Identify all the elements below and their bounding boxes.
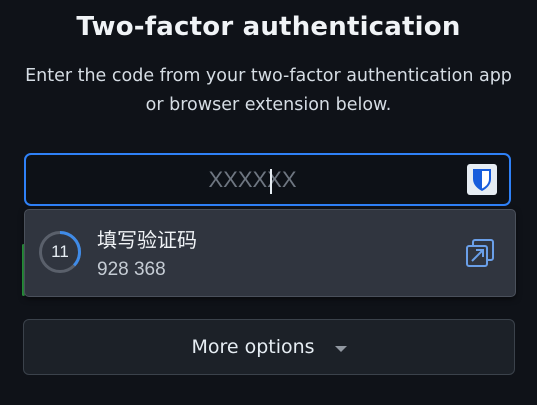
instructions-line-2: or browser extension below. — [145, 95, 392, 115]
suggestion-title: 填写验证码 — [97, 228, 197, 252]
suggestion-code: 928 368 — [97, 259, 166, 280]
totp-countdown: 11 — [38, 230, 82, 274]
page-title: Two-factor authentication — [76, 12, 461, 42]
countdown-seconds: 11 — [51, 242, 69, 261]
chevron-down-icon — [334, 345, 347, 352]
two-factor-page: Two-factor authentication Enter the code… — [0, 0, 537, 405]
instructions: Enter the code from your two-factor auth… — [0, 62, 537, 120]
instructions-line-1: Enter the code from your two-factor auth… — [25, 66, 512, 86]
more-options-label: More options — [191, 336, 315, 358]
bitwarden-shield-icon[interactable] — [467, 164, 497, 195]
otp-field-container — [24, 153, 511, 206]
otp-code-input[interactable] — [26, 155, 509, 204]
text-caret — [270, 169, 272, 194]
more-options-button[interactable]: More options — [23, 319, 515, 375]
fill-code-icon[interactable] — [463, 236, 497, 270]
autofill-suggestion[interactable]: 11 填写验证码 928 368 — [24, 209, 516, 297]
